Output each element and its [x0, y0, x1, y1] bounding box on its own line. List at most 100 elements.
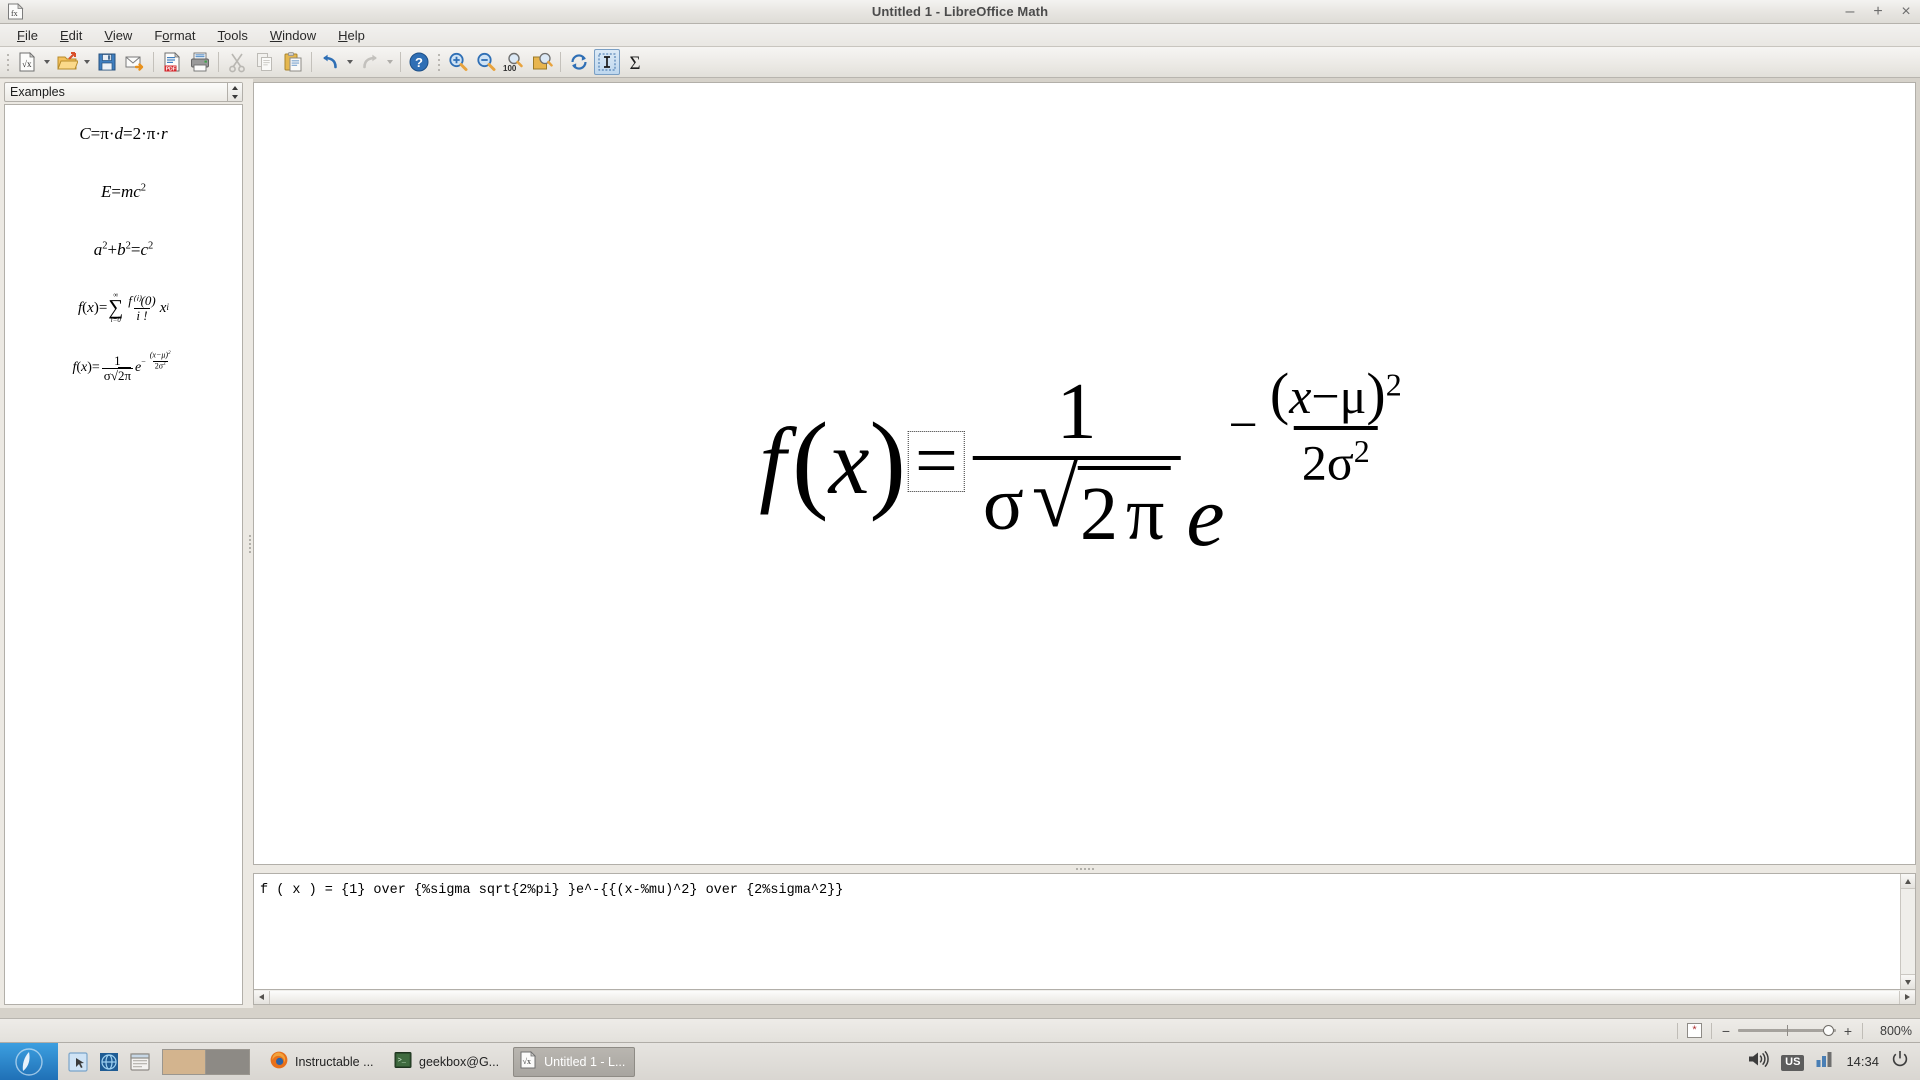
- task-firefox[interactable]: Instructable ...: [264, 1047, 384, 1077]
- task-terminal[interactable]: >_ geekbox@G...: [388, 1047, 509, 1077]
- start-menu-button[interactable]: [0, 1042, 58, 1080]
- zoom-out-icon[interactable]: [473, 49, 499, 75]
- example-taylor-series[interactable]: f(x) = ∞ ∑ i=0 f⁽ⁱ⁾(0) i ! xi: [5, 279, 242, 337]
- scroll-down-arrow[interactable]: [1901, 974, 1915, 989]
- printer-icon[interactable]: [187, 49, 213, 75]
- formula-radicand: 2 π: [1078, 465, 1171, 552]
- ex5-expden: 2σ: [154, 361, 164, 371]
- zoom-plus-icon[interactable]: +: [1843, 1024, 1853, 1038]
- zoom-slider-control[interactable]: − +: [1721, 1024, 1853, 1038]
- help-question-icon[interactable]: ?: [406, 49, 432, 75]
- example-gaussian[interactable]: f(x) = 1 σ√2π e − (x−μ)2 2σ2: [5, 337, 242, 399]
- zoom-100-icon[interactable]: 100: [501, 49, 527, 75]
- examples-list[interactable]: C=π·d=2·π·r E=mc2 a2+b2=c2 f (x) = ∞ ∑…: [4, 104, 243, 1005]
- zoom-slider-knob[interactable]: [1823, 1025, 1834, 1036]
- desktop-2[interactable]: [206, 1048, 250, 1075]
- new-dropdown-arrow[interactable]: [41, 49, 53, 75]
- open-folder-icon[interactable]: [54, 49, 80, 75]
- statusbar-separator-2: [1711, 1022, 1712, 1039]
- spinner-up[interactable]: [228, 83, 242, 92]
- menu-edit[interactable]: Edit: [49, 26, 93, 45]
- menu-format[interactable]: Format: [143, 26, 206, 45]
- svg-text:√x: √x: [523, 1057, 531, 1066]
- undo-arrow-icon[interactable]: [317, 49, 343, 75]
- canvas-command-splitter[interactable]: [253, 865, 1916, 873]
- examples-category-selector[interactable]: Examples: [4, 82, 243, 102]
- formula-exp-denominator: 2σ2: [1293, 425, 1378, 487]
- desktop-1[interactable]: [162, 1048, 206, 1075]
- redo-dropdown-arrow[interactable]: [384, 49, 396, 75]
- open-dropdown-arrow[interactable]: [81, 49, 93, 75]
- keyboard-layout-label: US: [1781, 1055, 1805, 1071]
- formula-exp-x: x: [1289, 367, 1312, 424]
- example-circumference[interactable]: C=π·d=2·π·r: [5, 105, 242, 163]
- spinner-down[interactable]: [228, 92, 242, 101]
- minimize-button[interactable]: –: [1842, 4, 1858, 20]
- envelope-icon[interactable]: [122, 49, 148, 75]
- menu-window[interactable]: Window: [259, 26, 327, 45]
- new-formula-icon[interactable]: √x: [14, 49, 40, 75]
- copy-icon[interactable]: [252, 49, 278, 75]
- quick-launch-bar: [58, 1047, 160, 1077]
- svg-text:PDF: PDF: [166, 66, 176, 72]
- redo-arrow-icon[interactable]: [357, 49, 383, 75]
- floppy-save-icon[interactable]: [94, 49, 120, 75]
- signal-bars-icon[interactable]: [1815, 1050, 1835, 1073]
- clipboard-icon[interactable]: [280, 49, 306, 75]
- menu-tools[interactable]: Tools: [207, 26, 259, 45]
- panel-splitter[interactable]: [246, 79, 253, 1008]
- command-horizontal-scrollbar[interactable]: [253, 990, 1916, 1005]
- example-pythagoras[interactable]: a2+b2=c2: [5, 221, 242, 279]
- zoom-in-icon[interactable]: [445, 49, 471, 75]
- keyboard-layout-indicator[interactable]: US: [1781, 1052, 1805, 1071]
- scissors-icon[interactable]: [224, 49, 250, 75]
- file-manager-icon[interactable]: [64, 1047, 92, 1077]
- command-text[interactable]: f ( x ) = {1} over {%sigma sqrt{2%pi} }e…: [254, 874, 1900, 989]
- scroll-left-arrow[interactable]: [254, 990, 269, 1004]
- power-icon[interactable]: [1890, 1049, 1910, 1074]
- terminal-window-icon[interactable]: [126, 1047, 154, 1077]
- examples-category-spinner[interactable]: [227, 83, 242, 101]
- formula-equals-selection[interactable]: =: [908, 419, 965, 504]
- formula-exp-lparen: (: [1269, 360, 1290, 426]
- task-libreoffice[interactable]: √x Untitled 1 - L...: [513, 1046, 636, 1077]
- maximize-button[interactable]: +: [1870, 4, 1886, 20]
- command-editor[interactable]: f ( x ) = {1} over {%sigma sqrt{2%pi} }e…: [253, 873, 1916, 990]
- close-button[interactable]: ×: [1898, 4, 1914, 20]
- formula-equals: =: [915, 419, 958, 504]
- ex1-r: r: [161, 124, 168, 143]
- horizontal-scroll-thumb[interactable]: [269, 990, 1900, 1004]
- toolbar-grip[interactable]: [4, 51, 11, 73]
- terminal-icon: >_: [393, 1050, 413, 1073]
- zoom-minus-icon[interactable]: −: [1721, 1024, 1731, 1038]
- window-controls: – + ×: [1842, 0, 1914, 24]
- pdf-icon[interactable]: PDF: [159, 49, 185, 75]
- ex2-exp: 2: [140, 182, 147, 194]
- zoom-slider-track[interactable]: [1738, 1024, 1836, 1038]
- svg-text:√x: √x: [22, 59, 32, 69]
- toolbar-grip-2[interactable]: [435, 51, 442, 73]
- ex4-sum-bottom: i=0: [110, 315, 121, 324]
- ex5-den-sigma: σ: [103, 367, 111, 383]
- formula-canvas[interactable]: f ( x ) = 1 σ √ 2 π e − (x−μ)2 2σ2: [253, 82, 1916, 865]
- command-vertical-scrollbar[interactable]: [1900, 874, 1915, 989]
- refresh-icon[interactable]: [566, 49, 592, 75]
- ex3-a: a: [93, 240, 103, 259]
- sigma-icon[interactable]: Σ: [622, 49, 648, 75]
- formula-e: e: [1186, 468, 1225, 565]
- show-all-icon[interactable]: [529, 49, 555, 75]
- network-globe-icon[interactable]: [95, 1047, 123, 1077]
- formula-cursor-icon[interactable]: [594, 49, 620, 75]
- clock[interactable]: 14:34: [1846, 1054, 1879, 1069]
- scroll-right-arrow[interactable]: [1900, 990, 1915, 1004]
- toolbar-separator: [218, 52, 219, 72]
- volume-icon[interactable]: [1746, 1049, 1770, 1074]
- undo-dropdown-arrow[interactable]: [344, 49, 356, 75]
- statusbar: * − + 800%: [0, 1018, 1920, 1042]
- scroll-up-arrow[interactable]: [1901, 874, 1915, 889]
- example-mass-energy[interactable]: E=mc2: [5, 163, 242, 221]
- menu-view[interactable]: View: [93, 26, 143, 45]
- document-modified-indicator[interactable]: *: [1687, 1023, 1702, 1038]
- menu-file[interactable]: File: [6, 26, 49, 45]
- menu-help[interactable]: Help: [327, 26, 376, 45]
